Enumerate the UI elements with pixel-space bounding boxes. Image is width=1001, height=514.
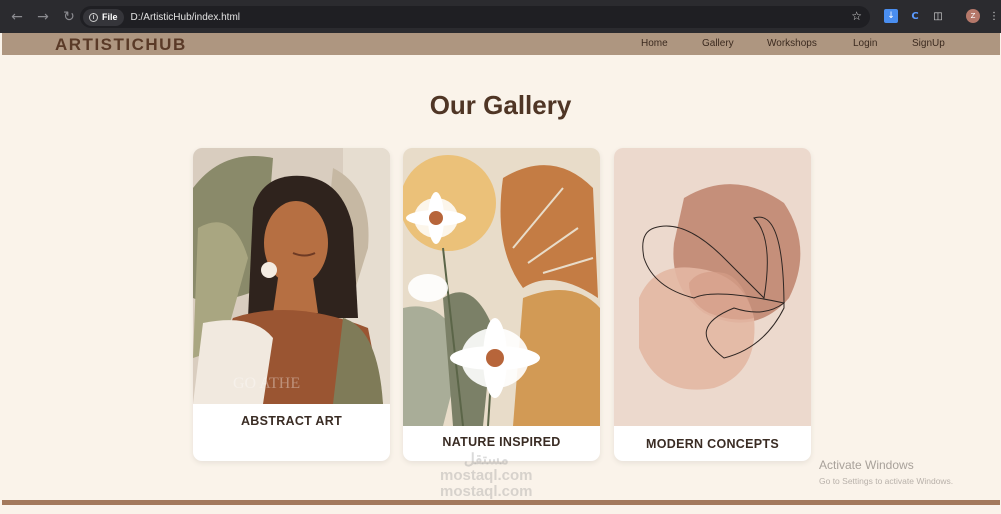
abstract-art-image: GO ATHE bbox=[193, 148, 390, 404]
scheme-label: File bbox=[102, 12, 118, 22]
reload-button[interactable]: ↻ bbox=[58, 6, 80, 28]
bookmark-star-icon[interactable]: ☆ bbox=[851, 9, 862, 23]
mostaql-watermark: مستقل mostaql.com mostaql.com bbox=[440, 452, 533, 500]
extensions-puzzle-icon[interactable]: ◫ bbox=[931, 9, 945, 23]
url-text[interactable]: D:/ArtisticHub/index.html bbox=[131, 12, 240, 23]
download-icon[interactable]: ↓ bbox=[884, 9, 898, 23]
forward-button[interactable]: → bbox=[32, 6, 54, 28]
gallery-card-abstract-art[interactable]: GO ATHE ABSTRACT ART bbox=[193, 148, 390, 461]
nav-login[interactable]: Login bbox=[853, 38, 877, 49]
watermark-arabic: مستقل bbox=[463, 451, 509, 468]
activate-subtitle: Go to Settings to activate Windows. bbox=[819, 476, 954, 486]
activate-windows-overlay: Activate Windows Go to Settings to activ… bbox=[819, 458, 953, 486]
nav-links: Home Gallery Workshops Login SignUp bbox=[2, 33, 1000, 55]
footer-accent-bar bbox=[2, 500, 1000, 505]
gallery-card-modern-concepts[interactable]: MODERN CONCEPTS bbox=[614, 148, 811, 461]
back-button[interactable]: ← bbox=[6, 6, 28, 28]
nav-signup[interactable]: SignUp bbox=[912, 38, 945, 49]
profile-avatar[interactable]: Z bbox=[966, 9, 980, 23]
menu-dots-icon[interactable]: ⋮ bbox=[989, 9, 999, 23]
browser-toolbar: ← → ↻ i File D:/ArtisticHub/index.html ☆… bbox=[0, 0, 1001, 33]
site-info-chip[interactable]: i File bbox=[83, 8, 124, 26]
gallery-title: Our Gallery bbox=[429, 90, 572, 120]
info-icon: i bbox=[89, 12, 98, 22]
nav-workshops[interactable]: Workshops bbox=[767, 38, 817, 49]
art-watermark-text: GO ATHE bbox=[233, 375, 300, 392]
gallery-card-nature-inspired[interactable]: NATURE INSPIRED bbox=[403, 148, 600, 461]
card-label-nature-inspired: NATURE INSPIRED bbox=[442, 435, 561, 449]
card-label-abstract-art: ABSTRACT ART bbox=[240, 414, 343, 428]
nav-gallery[interactable]: Gallery bbox=[702, 38, 734, 49]
activate-title: Activate Windows bbox=[819, 458, 914, 472]
extension-c-icon[interactable]: C bbox=[908, 9, 922, 23]
nav-home[interactable]: Home bbox=[641, 38, 668, 49]
card-label-modern-concepts: MODERN CONCEPTS bbox=[646, 437, 779, 451]
address-bar[interactable]: i File D:/ArtisticHub/index.html ☆ bbox=[80, 6, 870, 28]
earring bbox=[261, 262, 277, 278]
watermark-line1: mostaql.com bbox=[440, 467, 533, 484]
modern-concepts-image bbox=[614, 148, 811, 426]
site-navbar: ARTISTICHUB Home Gallery Workshops Login… bbox=[2, 33, 1000, 55]
watermark-line2: mostaql.com bbox=[440, 483, 533, 500]
nature-inspired-image bbox=[403, 148, 600, 426]
